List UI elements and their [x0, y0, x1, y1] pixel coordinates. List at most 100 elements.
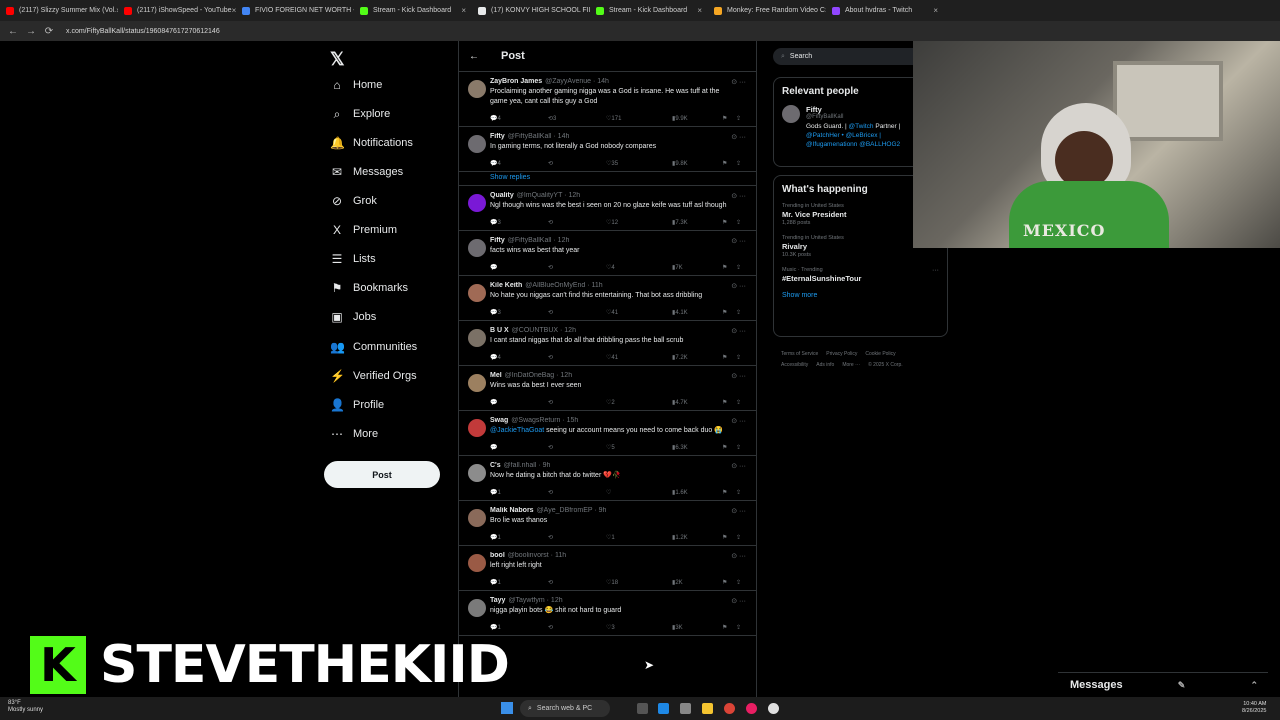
- reply-post[interactable]: Quality @ImQualityYT · 12h ⊙ ··· Ngl though…: [459, 186, 756, 231]
- footer-link[interactable]: More ···: [842, 362, 860, 368]
- reply-post[interactable]: Swag @SwagsReturn · 15h ⊙ ··· @JackieThaGoa…: [459, 411, 756, 456]
- reply-button[interactable]: 💬 1: [490, 579, 548, 586]
- author-name[interactable]: Quality: [490, 192, 514, 199]
- reply-button[interactable]: 💬: [490, 399, 548, 406]
- post-button[interactable]: Post: [324, 461, 440, 488]
- nav-item-bookmarks[interactable]: ⚑ Bookmarks: [330, 278, 408, 298]
- browser-tab[interactable]: FIVIO FOREIGN NET WORTH -×: [236, 0, 354, 21]
- back-arrow-icon[interactable]: ←: [6, 26, 20, 37]
- reply-post[interactable]: Tayy @Taywtfym · 12h ⊙ ··· nigga playin bot…: [459, 591, 756, 636]
- reply-post[interactable]: Mel @InDatOneBag · 12h ⊙ ··· Wins was da be…: [459, 366, 756, 411]
- messages-drawer[interactable]: Messages ✎ ⌃: [1058, 672, 1268, 697]
- views-button[interactable]: ▮ 9.9K: [672, 115, 722, 122]
- windows-start-icon[interactable]: [501, 702, 513, 714]
- like-button[interactable]: ♡ 12: [606, 219, 672, 226]
- nav-item-notifications[interactable]: 🔔 Notifications: [330, 133, 413, 153]
- repost-button[interactable]: ⟲: [548, 219, 606, 226]
- more-options-icon[interactable]: ⊙ ···: [731, 237, 746, 245]
- avatar[interactable]: [468, 284, 486, 302]
- reply-post[interactable]: B U X @COUNTBUX · 12h ⊙ ··· I cant stand ni…: [459, 321, 756, 366]
- bookmark-button[interactable]: ⚑: [722, 264, 736, 271]
- share-button[interactable]: ⇪: [736, 444, 746, 451]
- nav-item-profile[interactable]: 👤 Profile: [330, 395, 384, 415]
- trend-item[interactable]: Music · Trending #EternalSunshineTour ···: [782, 267, 939, 283]
- more-options-icon[interactable]: ⊙ ···: [731, 78, 746, 86]
- more-options-icon[interactable]: ⊙ ···: [731, 372, 746, 380]
- share-button[interactable]: ⇪: [736, 489, 746, 496]
- share-button[interactable]: ⇪: [736, 624, 746, 631]
- share-button[interactable]: ⇪: [736, 399, 746, 406]
- reply-post[interactable]: Malik Nabors @Aye_DBfromEP · 9h ⊙ ··· Bro l…: [459, 501, 756, 546]
- task-view-icon[interactable]: [637, 703, 648, 714]
- chevron-up-icon[interactable]: ⌃: [1250, 680, 1258, 691]
- repost-button[interactable]: ⟲: [548, 624, 606, 631]
- bookmark-button[interactable]: ⚑: [722, 309, 736, 316]
- reply-post[interactable]: Kile Keith @AllBlueOnMyEnd · 11h ⊙ ··· No h…: [459, 276, 756, 321]
- bookmark-button[interactable]: ⚑: [722, 489, 736, 496]
- browser-tab[interactable]: Stream - Kick Dashboard ×: [590, 0, 708, 21]
- reply-button[interactable]: 💬: [490, 264, 548, 271]
- bookmark-button[interactable]: ⚑: [722, 354, 736, 361]
- url-field[interactable]: x.com/FiftyBallKall/status/1960847617270…: [66, 28, 220, 35]
- system-clock[interactable]: 10:40 AM 8/26/2025: [1242, 701, 1266, 715]
- share-button[interactable]: ⇪: [736, 160, 746, 167]
- taskbar-search[interactable]: ⌕ Search web & PC: [520, 700, 610, 717]
- nav-item-more[interactable]: ⋯ More: [330, 424, 378, 444]
- more-options-icon[interactable]: ⊙ ···: [731, 282, 746, 290]
- views-button[interactable]: ▮ 7K: [672, 264, 722, 271]
- bookmark-button[interactable]: ⚑: [722, 219, 736, 226]
- like-button[interactable]: ♡: [606, 489, 672, 496]
- nav-item-verified-orgs[interactable]: ⚡ Verified Orgs: [330, 366, 417, 386]
- nav-item-jobs[interactable]: ▣ Jobs: [330, 307, 376, 327]
- reply-button[interactable]: 💬 1: [490, 534, 548, 541]
- forward-arrow-icon[interactable]: →: [24, 26, 38, 37]
- nav-item-communities[interactable]: 👥 Communities: [330, 337, 417, 357]
- reply-button[interactable]: 💬 4: [490, 354, 548, 361]
- author-name[interactable]: Malik Nabors: [490, 507, 534, 514]
- like-button[interactable]: ♡ 5: [606, 444, 672, 451]
- reply-post[interactable]: C's @fall.nhall · 9h ⊙ ··· Now he dating a …: [459, 456, 756, 501]
- more-options-icon[interactable]: ···: [932, 267, 939, 274]
- reply-button[interactable]: 💬 4: [490, 160, 548, 167]
- nav-item-home[interactable]: ⌂ Home: [330, 75, 382, 95]
- obs-icon[interactable]: [768, 703, 779, 714]
- avatar[interactable]: [468, 374, 486, 392]
- reply-button[interactable]: 💬: [490, 444, 548, 451]
- reply-button[interactable]: 💬 1: [490, 489, 548, 496]
- show-replies-link[interactable]: Show replies: [459, 172, 756, 186]
- footer-link[interactable]: © 2025 X Corp.: [868, 362, 903, 368]
- author-name[interactable]: Fifty: [490, 133, 505, 140]
- share-button[interactable]: ⇪: [736, 309, 746, 316]
- views-button[interactable]: ▮ 3K: [672, 624, 722, 631]
- author-name[interactable]: C's: [490, 462, 501, 469]
- footer-link[interactable]: Privacy Policy: [826, 351, 857, 357]
- browser-tab[interactable]: Monkey: Free Random Video C×: [708, 0, 826, 21]
- views-button[interactable]: ▮ 4.1K: [672, 309, 722, 316]
- like-button[interactable]: ♡ 18: [606, 579, 672, 586]
- bookmark-button[interactable]: ⚑: [722, 534, 736, 541]
- weather-widget[interactable]: 83°F Mostly sunny: [8, 700, 43, 714]
- repost-button[interactable]: ⟲: [548, 579, 606, 586]
- views-button[interactable]: ▮ 1.2K: [672, 534, 722, 541]
- browser-tab[interactable]: About hvdras - Twitch ×: [826, 0, 944, 21]
- like-button[interactable]: ♡ 1: [606, 534, 672, 541]
- like-button[interactable]: ♡ 41: [606, 309, 672, 316]
- nav-item-premium[interactable]: X Premium: [330, 220, 397, 240]
- more-options-icon[interactable]: ⊙ ···: [731, 327, 746, 335]
- show-more-link[interactable]: Show more: [782, 292, 939, 299]
- bookmark-button[interactable]: ⚑: [722, 579, 736, 586]
- x-logo-icon[interactable]: 𝕏: [330, 49, 345, 70]
- back-arrow-icon[interactable]: ←: [469, 51, 479, 62]
- more-options-icon[interactable]: ⊙ ···: [731, 417, 746, 425]
- views-button[interactable]: ▮ 6.3K: [672, 444, 722, 451]
- author-name[interactable]: B U X: [490, 327, 509, 334]
- share-button[interactable]: ⇪: [736, 115, 746, 122]
- author-name[interactable]: bool: [490, 552, 505, 559]
- repost-button[interactable]: ⟲: [548, 264, 606, 271]
- repost-button[interactable]: ⟲: [548, 309, 606, 316]
- repost-button[interactable]: ⟲: [548, 489, 606, 496]
- reply-button[interactable]: 💬 3: [490, 309, 548, 316]
- author-name[interactable]: Tayy: [490, 597, 505, 604]
- footer-link[interactable]: Cookie Policy: [865, 351, 895, 357]
- reply-button[interactable]: 💬 3: [490, 219, 548, 226]
